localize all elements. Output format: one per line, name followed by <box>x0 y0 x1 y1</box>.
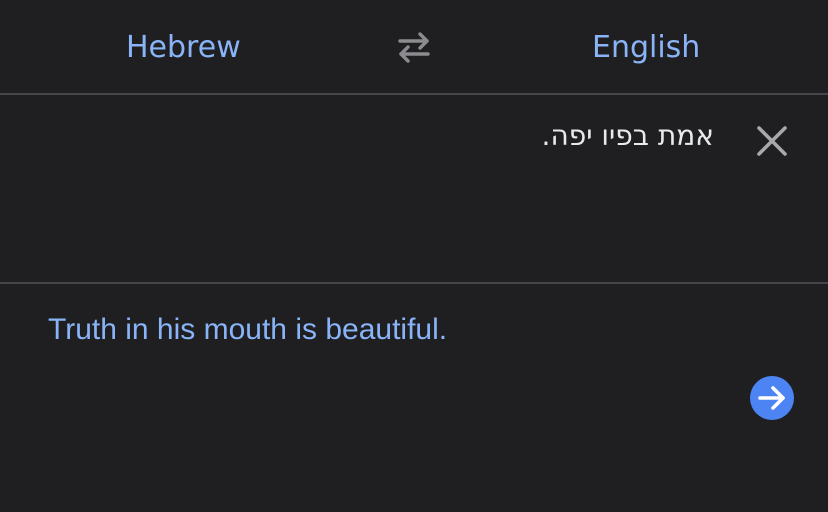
swap-arrows-icon <box>394 32 434 68</box>
translate-app: Hebrew English אמת בפיו יפה. Truth in hi… <box>0 0 828 512</box>
source-text[interactable]: אמת בפיו יפה. <box>542 117 714 155</box>
go-to-translation-button[interactable] <box>750 376 794 420</box>
result-panel: Truth in his mouth is beautiful. <box>0 284 828 512</box>
close-icon <box>756 126 788 161</box>
source-language-button[interactable]: Hebrew <box>126 28 241 68</box>
target-language-button[interactable]: English <box>592 28 700 68</box>
source-panel: אמת בפיו יפה. <box>0 95 828 284</box>
language-bar: Hebrew English <box>0 0 828 95</box>
translation-text: Truth in his mouth is beautiful. <box>48 313 448 346</box>
clear-button[interactable] <box>756 125 788 157</box>
swap-languages-button[interactable] <box>394 30 434 64</box>
